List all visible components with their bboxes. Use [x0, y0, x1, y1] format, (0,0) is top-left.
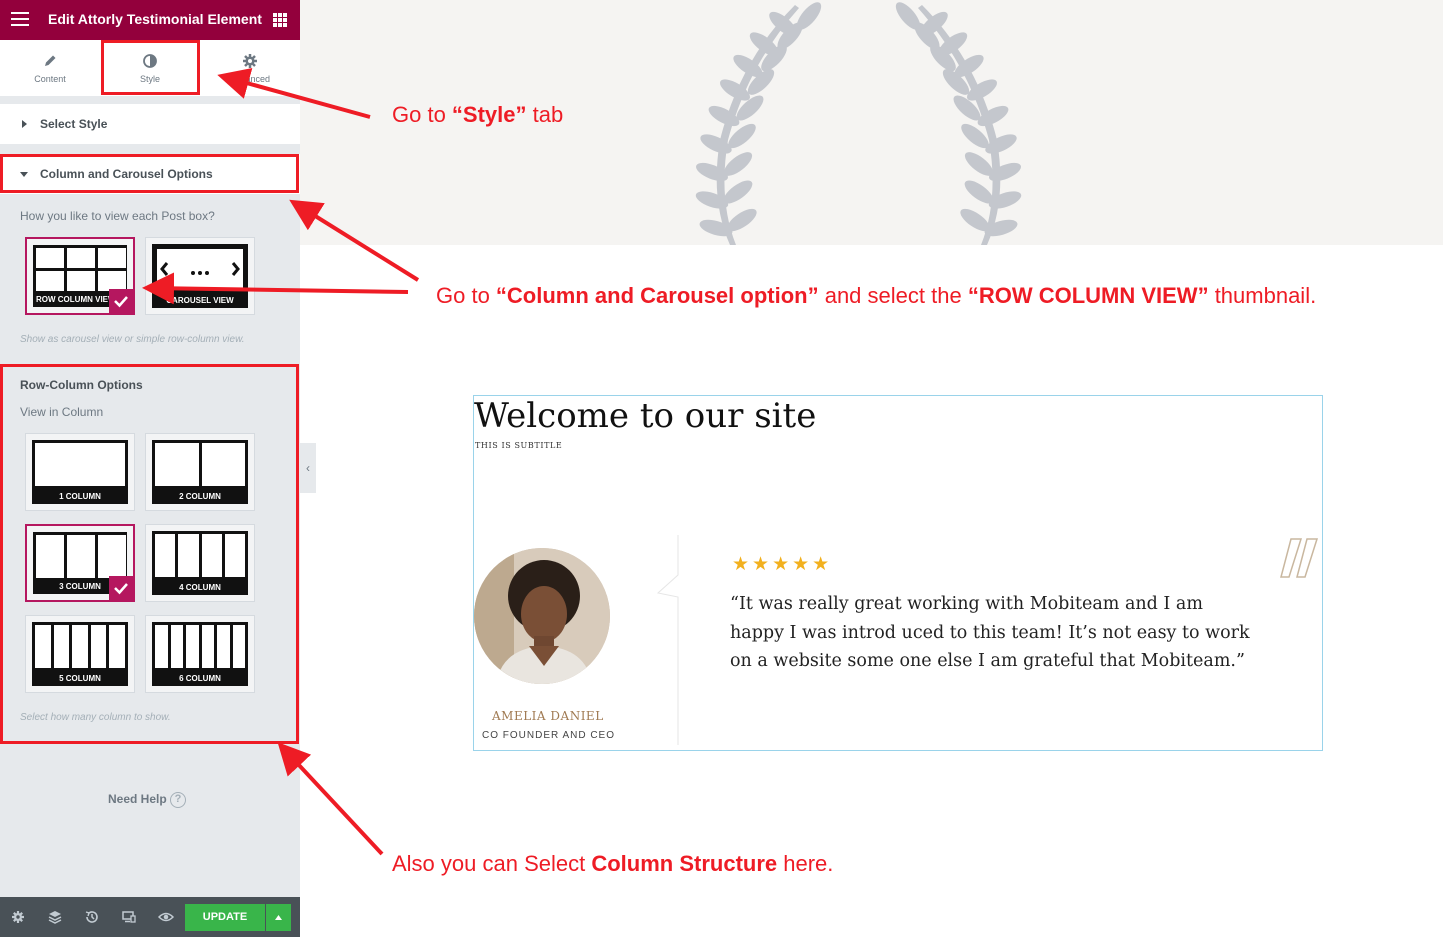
annotation-style-tab: Go to “Style” tab [392, 102, 564, 127]
annotation-column-option: Go to “Column and Carousel option” and s… [436, 283, 1317, 308]
annotation-arrows [142, 67, 420, 856]
annotation-column-structure: Also you can Select Column Structure her… [392, 851, 834, 876]
